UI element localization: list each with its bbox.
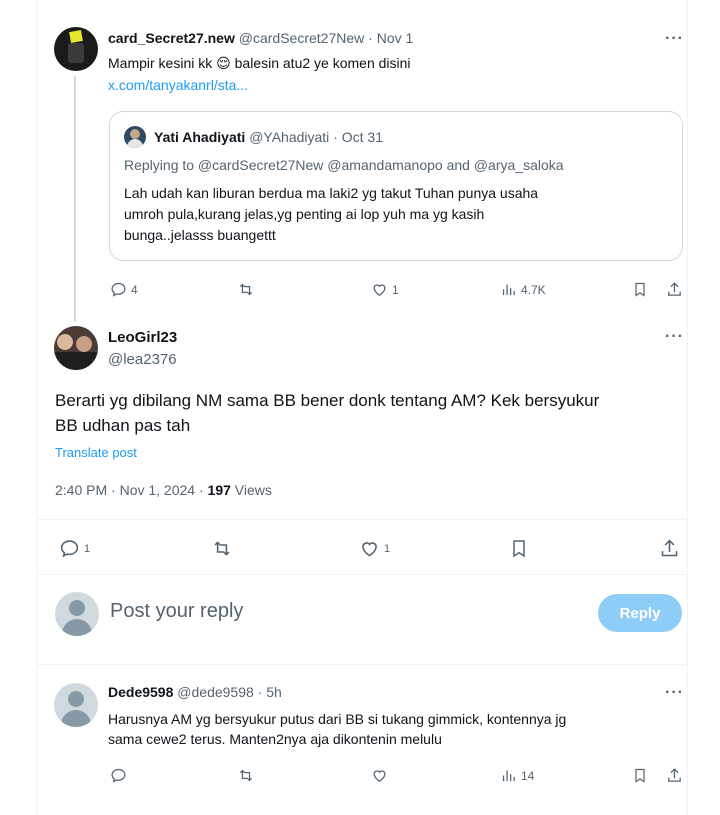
display-name[interactable]: LeoGirl23 [108, 329, 177, 346]
timestamp[interactable]: 5h [266, 684, 282, 700]
repost-button[interactable] [237, 767, 255, 784]
handle[interactable]: @cardSecret27New [239, 30, 365, 46]
repost-icon [239, 283, 253, 296]
view-count: 14 [521, 768, 535, 783]
bookmark-button[interactable] [509, 538, 529, 559]
like-count: 1 [392, 282, 399, 297]
bookmark-button[interactable] [632, 767, 648, 784]
reply-submit-button[interactable]: Reply [598, 594, 682, 632]
more-icon[interactable]: ··· [665, 328, 684, 346]
bookmark-button[interactable] [632, 281, 648, 298]
views-button[interactable]: 4.7K [500, 281, 546, 298]
handle[interactable]: @dede9598 [177, 684, 254, 700]
divider [36, 574, 686, 575]
post-timestamp: 2:40 PM · Nov 1, 2024 · 197 Views [55, 482, 272, 498]
handle[interactable]: @lea2376 [108, 351, 177, 368]
heart-icon [373, 770, 386, 782]
divider [36, 664, 686, 665]
quote-display-name: Yati Ahadiyati [154, 129, 246, 145]
reply-count: 4 [131, 282, 138, 297]
tweet-text: Mampir kesini kk 😌 balesin atu2 ye komen… [108, 55, 411, 71]
reply-input[interactable]: Post your reply [110, 600, 580, 628]
more-icon[interactable]: ··· [665, 30, 684, 48]
share-icon [668, 768, 681, 782]
like-count: 1 [384, 542, 391, 555]
bar-chart-icon [502, 770, 515, 782]
bookmark-icon [635, 282, 645, 297]
views-button[interactable]: 14 [500, 767, 534, 784]
reply-button[interactable]: 1 [59, 538, 90, 559]
quote-text: Lah udah kan liburan berdua ma laki2 yg … [124, 185, 539, 243]
share-icon [661, 539, 678, 557]
tweet-header: Dede9598 @dede9598 · 5h [108, 684, 282, 700]
share-icon [668, 282, 681, 296]
share-button[interactable] [666, 281, 683, 298]
bookmark-icon [513, 540, 525, 558]
reply-button[interactable] [110, 767, 127, 784]
thread-line [74, 76, 76, 322]
like-button[interactable]: 1 [371, 281, 399, 298]
avatar[interactable] [54, 683, 98, 727]
like-button[interactable]: 1 [359, 538, 390, 559]
divider [36, 519, 686, 520]
repost-button[interactable] [237, 281, 255, 298]
display-name[interactable]: card_Secret27.new [108, 30, 235, 46]
post-text: Berarti yg dibilang NM sama BB bener don… [55, 391, 600, 435]
display-name[interactable]: Dede9598 [108, 684, 173, 700]
reply-icon [111, 768, 126, 783]
reply-count: 1 [84, 542, 91, 555]
repost-icon [239, 769, 253, 782]
bookmark-icon [635, 768, 645, 783]
share-button[interactable] [659, 538, 680, 559]
tweet-header: card_Secret27.new @cardSecret27New · Nov… [108, 30, 414, 46]
relieved-emoji-icon: 😌 [216, 55, 231, 71]
translate-post-link[interactable]: Translate post [55, 445, 137, 460]
tweet-link[interactable]: x.com/tanyakanrl/sta... [108, 77, 248, 93]
reply-icon [111, 282, 126, 297]
bar-chart-icon [502, 284, 515, 296]
heart-icon [362, 542, 377, 557]
view-count: 4.7K [521, 282, 546, 297]
quote-time: Oct 31 [341, 129, 383, 145]
more-icon[interactable]: ··· [665, 684, 684, 702]
repost-button[interactable] [211, 538, 233, 559]
quote-replying-to: Replying to @cardSecret27New @amandamano… [124, 157, 564, 173]
quote-avatar[interactable] [124, 126, 146, 148]
avatar [55, 592, 99, 636]
reply-icon [60, 540, 79, 558]
avatar[interactable] [54, 27, 98, 71]
tweet-text: Harusnya AM yg bersyukur putus dari BB s… [108, 711, 567, 747]
quote-header: Yati Ahadiyati @YAhadiyati · Oct 31 [154, 129, 383, 145]
timestamp[interactable]: Nov 1 [377, 30, 414, 46]
share-button[interactable] [666, 767, 683, 784]
heart-icon [373, 284, 386, 296]
reply-input-placeholder: Post your reply [110, 600, 244, 622]
reply-button[interactable]: 4 [110, 281, 138, 298]
quote-handle: @YAhadiyati [249, 129, 330, 145]
view-count: 197 [207, 482, 231, 498]
like-button[interactable] [371, 767, 388, 784]
avatar[interactable] [54, 326, 98, 370]
repost-icon [214, 541, 230, 556]
